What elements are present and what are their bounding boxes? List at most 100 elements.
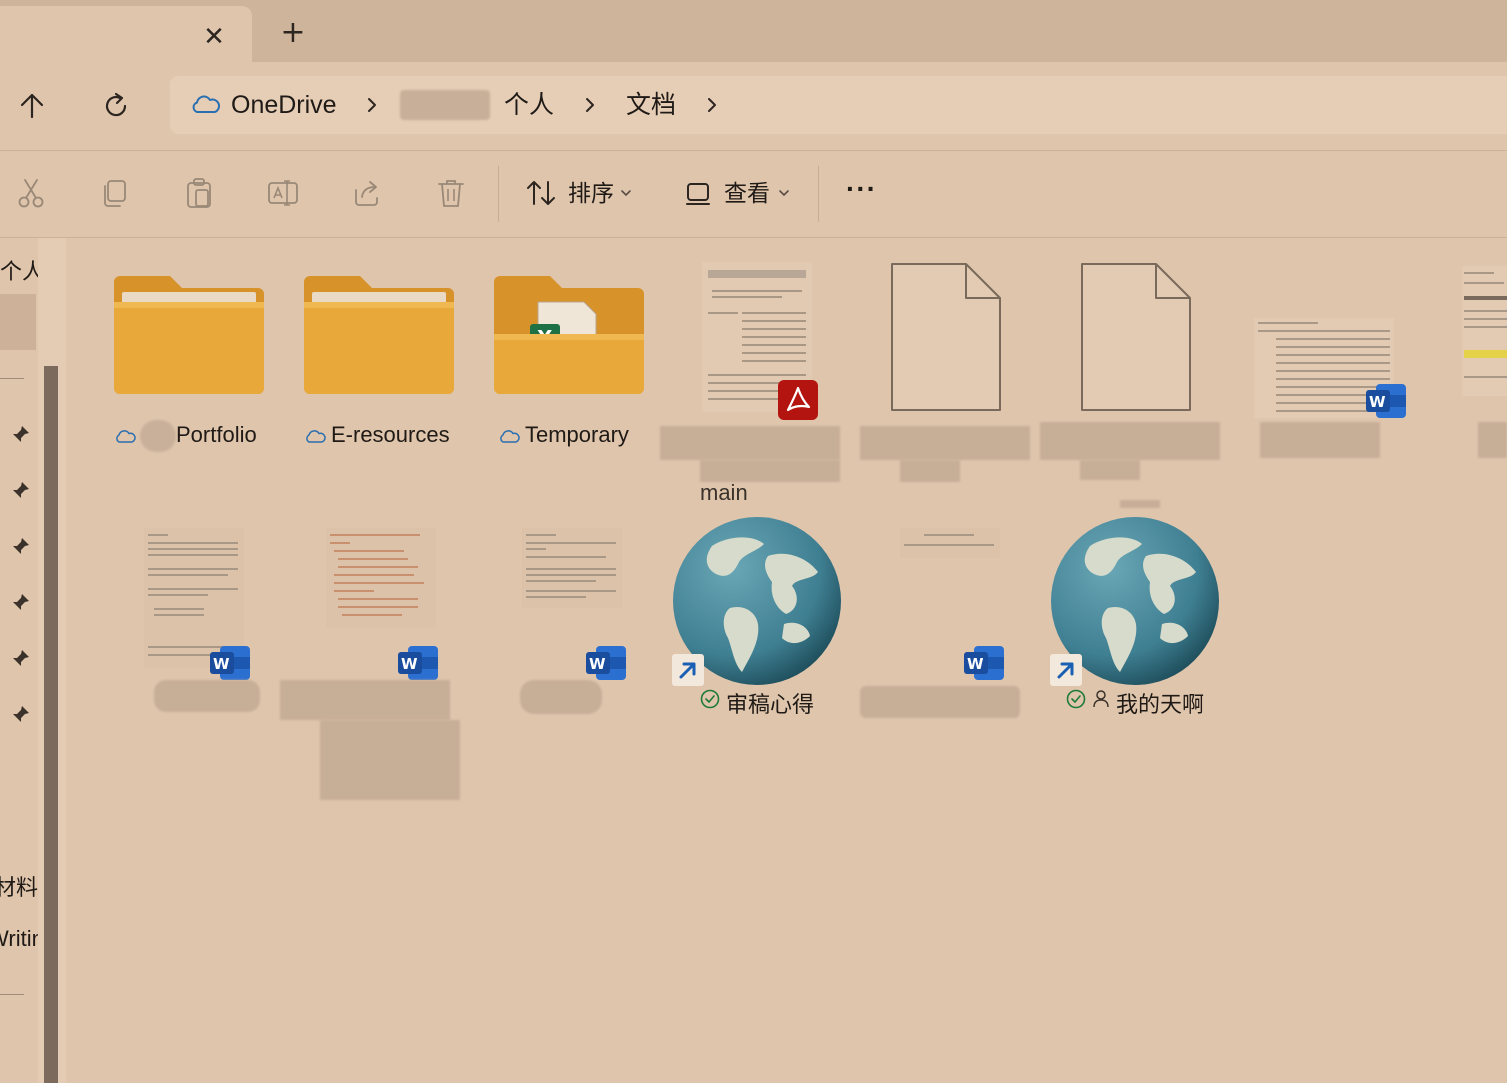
pdf-icon: [778, 380, 818, 420]
chevron-right-icon[interactable]: [362, 95, 382, 115]
pin-icon: [13, 594, 29, 610]
folder-with-excel-icon: X: [494, 276, 644, 394]
sidebar-divider: [0, 378, 24, 379]
divider: [0, 150, 1507, 151]
word-file-item[interactable]: W: [518, 520, 638, 720]
word-file-item[interactable]: W: [280, 520, 460, 800]
address-bar[interactable]: OneDrive 个人 文档: [170, 76, 1507, 134]
divider: [0, 237, 1507, 238]
redacted-file-name: [1260, 422, 1380, 458]
redacted-label-part: [140, 420, 176, 452]
sidebar-item-materials[interactable]: 材料: [0, 870, 38, 902]
sort-button[interactable]: 排序: [522, 152, 642, 238]
refresh-icon[interactable]: [96, 86, 136, 126]
redacted-file-name: [660, 426, 840, 460]
sidebar-selected-item[interactable]: [0, 294, 36, 350]
shared-person-icon: [1093, 690, 1109, 708]
svg-text:W: W: [967, 655, 984, 673]
document-thumbnail: [900, 528, 1000, 558]
redacted-username: [400, 90, 490, 120]
view-icon: [686, 183, 710, 205]
chevron-down-icon: [779, 190, 789, 197]
file-item[interactable]: [860, 258, 1030, 488]
pdf-file-item[interactable]: [660, 258, 840, 508]
delete-icon[interactable]: [434, 176, 468, 210]
navigation-bar: OneDrive 个人 文档: [0, 62, 1507, 150]
pin-icon: [13, 426, 29, 442]
toolbar-separator: [498, 166, 499, 222]
view-button[interactable]: 查看: [682, 152, 802, 238]
breadcrumb-documents[interactable]: 文档: [626, 76, 676, 134]
redacted-file-name: [860, 686, 1020, 718]
shortcut-item-oh-my-god[interactable]: 我的天啊: [1046, 500, 1226, 722]
folder-item-temporary[interactable]: X Temporary: [488, 264, 652, 454]
folder-item-e-resources[interactable]: E-resources: [298, 264, 462, 454]
redacted-label-part: [1120, 500, 1160, 508]
sidebar-divider: [0, 994, 24, 995]
redacted-file-name: [154, 680, 260, 712]
synced-check-icon: [700, 689, 720, 709]
word-file-item[interactable]: W: [860, 520, 1020, 720]
shortcut-item-review-notes[interactable]: 审稿心得: [668, 512, 848, 722]
folder-item-portfolio[interactable]: Portfolio: [108, 264, 272, 454]
cut-icon[interactable]: [14, 176, 48, 210]
pin-icon: [13, 482, 29, 498]
redacted-file-name: [1040, 422, 1220, 460]
svg-text:W: W: [1369, 393, 1386, 411]
new-tab-button[interactable]: +: [276, 16, 310, 50]
word-file-item[interactable]: W: [140, 520, 270, 720]
redacted-file-name: [320, 720, 460, 800]
synced-check-icon: [1066, 689, 1086, 709]
word-icon: W: [964, 646, 1004, 680]
rename-icon[interactable]: [266, 176, 300, 210]
file-item-partial[interactable]: [1458, 258, 1507, 468]
cloud-status-icon: [500, 430, 520, 443]
word-file-item[interactable]: W: [1250, 258, 1420, 468]
redacted-file-name: [1080, 460, 1140, 480]
redacted-file-name: [700, 460, 840, 482]
command-bar: 排序 查看 ···: [0, 152, 1507, 238]
document-thumbnail: [326, 528, 436, 628]
word-icon: W: [210, 646, 250, 680]
pin-icon: [13, 650, 29, 666]
tab-active[interactable]: ✕: [0, 6, 252, 62]
svg-text:W: W: [401, 655, 418, 673]
up-arrow-icon[interactable]: [12, 86, 52, 126]
chevron-right-icon[interactable]: [580, 95, 600, 115]
toolbar-separator: [818, 166, 819, 222]
file-name: E-resources: [331, 422, 450, 447]
chevron-right-icon[interactable]: [702, 95, 722, 115]
folder-icon: [304, 276, 454, 394]
pin-icon: [13, 706, 29, 722]
paste-icon[interactable]: [182, 176, 216, 210]
file-name: Temporary: [525, 422, 629, 447]
svg-text:W: W: [213, 655, 230, 673]
close-tab-button[interactable]: ✕: [198, 22, 230, 54]
sidebar-item-writing[interactable]: Writing: [0, 926, 38, 952]
redacted-file-name: [900, 460, 960, 482]
scrollbar-thumb[interactable]: [44, 366, 58, 1083]
shortcut-arrow-icon: [1050, 654, 1082, 686]
shortcut-arrow-icon: [672, 654, 704, 686]
word-icon: W: [398, 646, 438, 680]
breadcrumb-personal[interactable]: 个人: [504, 76, 554, 134]
file-name: 我的天啊: [1116, 692, 1205, 717]
redacted-file-name: [860, 426, 1030, 460]
copy-icon[interactable]: [98, 176, 132, 210]
file-item[interactable]: [1040, 258, 1220, 488]
chevron-down-icon: [621, 190, 631, 197]
partial-file-name: main: [700, 480, 748, 505]
redacted-file-name: [280, 680, 450, 720]
document-thumbnail: [522, 528, 622, 608]
document-thumbnail: [1462, 266, 1507, 396]
breadcrumb-onedrive[interactable]: OneDrive: [231, 76, 337, 134]
svg-text:W: W: [589, 655, 606, 673]
word-icon: W: [586, 646, 626, 680]
view-label: 查看: [724, 180, 770, 206]
sort-label: 排序: [568, 180, 614, 206]
share-icon[interactable]: [350, 176, 384, 210]
file-name: 审稿心得: [726, 692, 815, 717]
more-options-button[interactable]: ···: [846, 172, 877, 206]
redacted-file-name: [1478, 422, 1507, 458]
sidebar-item-personal[interactable]: 个人: [0, 254, 38, 286]
